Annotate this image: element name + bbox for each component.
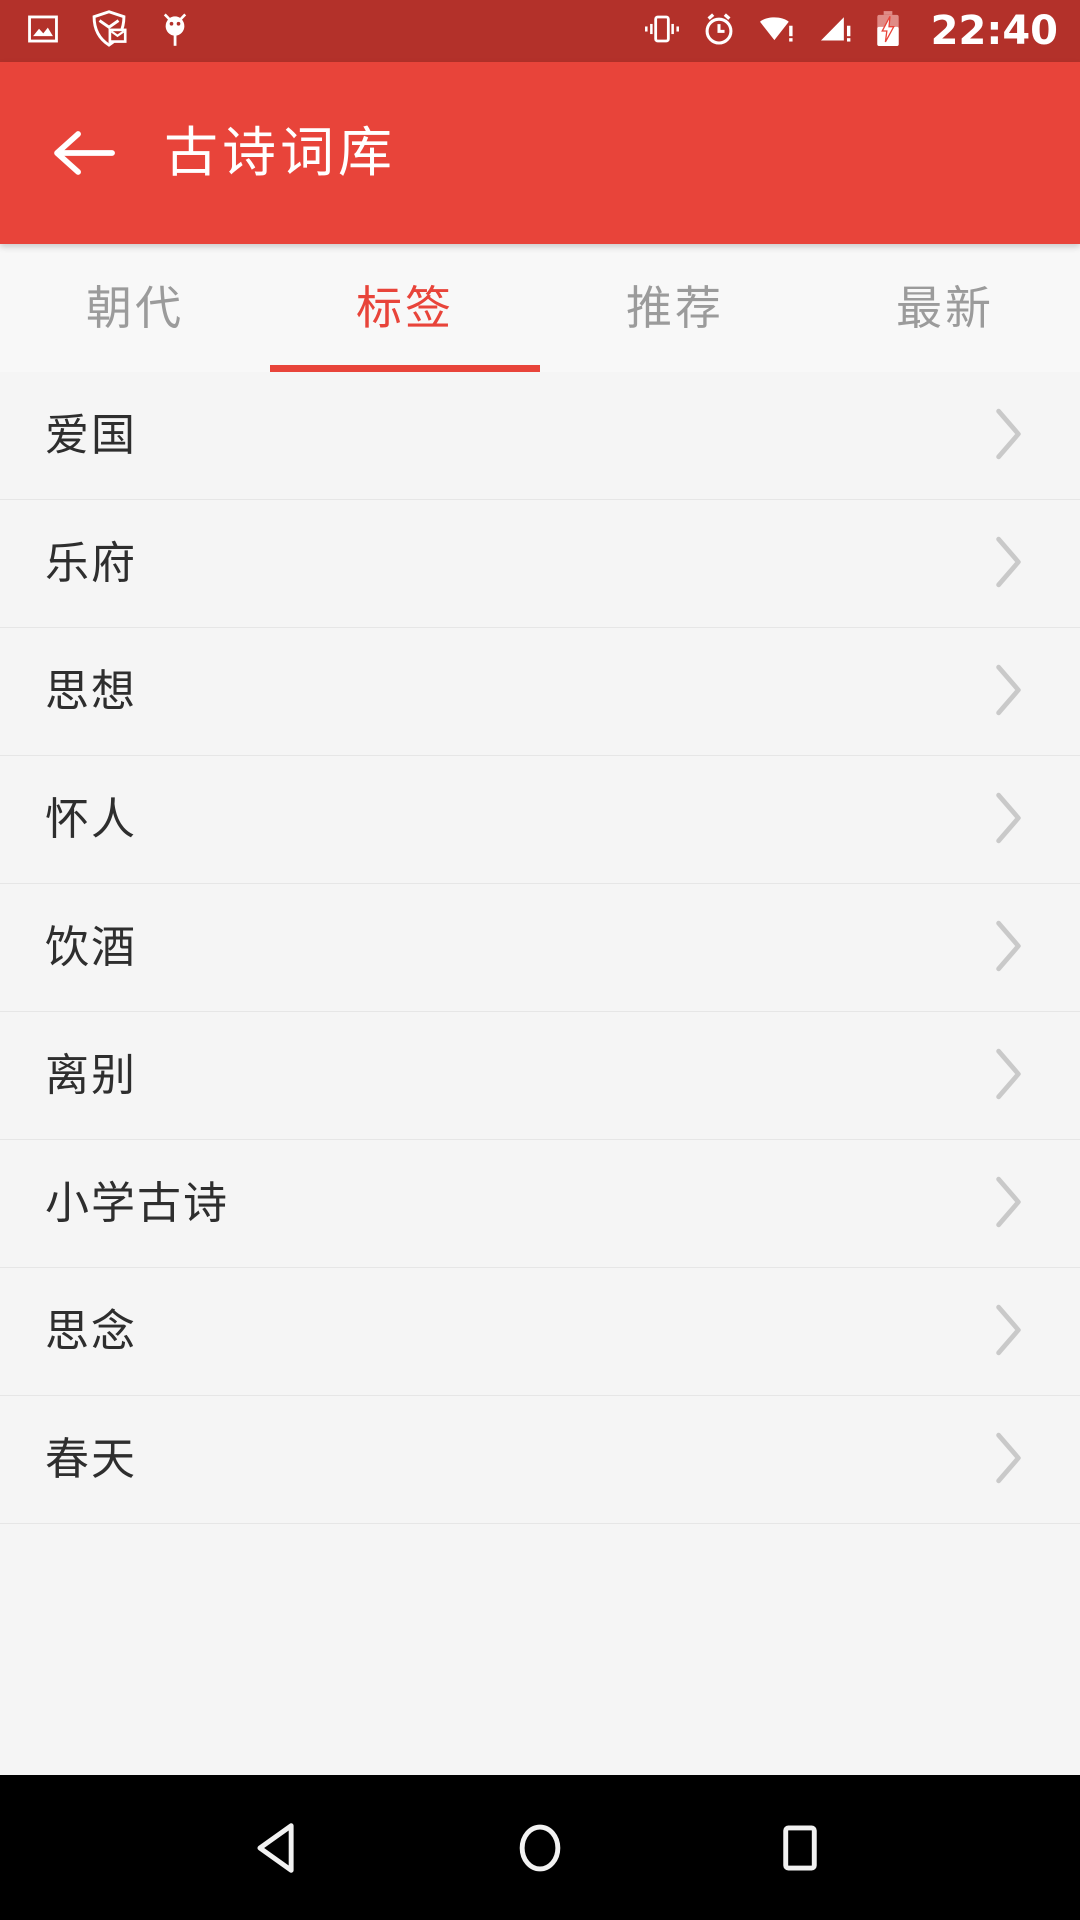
tab-indicator — [270, 365, 540, 372]
chevron-right-icon — [994, 1047, 1024, 1105]
battery-charging-icon — [875, 10, 901, 52]
image-icon — [26, 12, 60, 50]
tab-label: 最新 — [896, 281, 994, 335]
nav-home-button[interactable] — [480, 1788, 600, 1908]
tag-list[interactable]: 爱国 乐府 思想 怀人 饮酒 离别 小学古诗 思念 春天 — [0, 372, 1080, 1775]
list-item-label: 小学古诗 — [45, 1177, 229, 1229]
list-item-label: 乐府 — [45, 537, 137, 589]
status-bar: 22:40 — [0, 0, 1080, 62]
back-button[interactable] — [44, 114, 122, 192]
list-item[interactable]: 爱国 — [0, 372, 1080, 500]
tab-label: 朝代 — [86, 281, 184, 335]
list-item[interactable]: 思念 — [0, 1268, 1080, 1396]
chevron-right-icon — [994, 1431, 1024, 1489]
chevron-right-icon — [994, 1303, 1024, 1361]
list-item[interactable]: 饮酒 — [0, 884, 1080, 1012]
nav-recents-button[interactable] — [740, 1788, 860, 1908]
tab-label: 标签 — [356, 281, 454, 335]
chevron-right-icon — [994, 1175, 1024, 1233]
nav-home-circle-icon — [519, 1824, 561, 1871]
wifi-warning-icon — [757, 12, 797, 50]
page-title: 古诗词库 — [164, 121, 396, 184]
chevron-right-icon — [994, 535, 1024, 593]
phone-screen: 22:40 古诗词库 朝代 标签 推荐 最新 爱国 乐府 思想 怀人 饮酒 离别… — [0, 0, 1080, 1920]
mail-shield-icon — [90, 10, 128, 52]
status-bar-notification-icons — [26, 10, 192, 52]
list-item-label: 思想 — [45, 665, 137, 717]
tab-dynasty[interactable]: 朝代 — [0, 244, 270, 372]
list-item-label: 爱国 — [45, 409, 137, 461]
list-item[interactable]: 思想 — [0, 628, 1080, 756]
tab-recommended[interactable]: 推荐 — [540, 244, 810, 372]
android-navigation-bar — [0, 1775, 1080, 1920]
list-item-label: 春天 — [45, 1433, 137, 1485]
bug-icon — [158, 10, 192, 52]
alarm-icon — [701, 11, 737, 51]
tab-tags[interactable]: 标签 — [270, 244, 540, 372]
list-item-label: 怀人 — [45, 793, 137, 845]
chevron-right-icon — [994, 919, 1024, 977]
chevron-right-icon — [994, 791, 1024, 849]
vibrate-icon — [643, 12, 681, 50]
list-item[interactable]: 乐府 — [0, 500, 1080, 628]
nav-back-triangle-icon — [257, 1822, 294, 1873]
back-arrow-icon — [54, 131, 115, 175]
status-bar-system-icons: 22:40 — [643, 10, 1058, 52]
chevron-right-icon — [994, 663, 1024, 721]
list-item-label: 离别 — [45, 1049, 137, 1101]
tab-latest[interactable]: 最新 — [810, 244, 1080, 372]
nav-back-button[interactable] — [220, 1788, 340, 1908]
app-bar: 古诗词库 — [0, 62, 1080, 244]
tab-label: 推荐 — [626, 281, 724, 335]
list-item-label: 饮酒 — [45, 921, 137, 973]
tab-bar: 朝代 标签 推荐 最新 — [0, 244, 1080, 372]
list-item[interactable]: 离别 — [0, 1012, 1080, 1140]
signal-warning-icon — [817, 12, 855, 50]
list-item[interactable]: 怀人 — [0, 756, 1080, 884]
nav-recents-square-icon — [783, 1824, 817, 1871]
status-bar-clock: 22:40 — [930, 8, 1058, 54]
list-item[interactable]: 春天 — [0, 1396, 1080, 1524]
list-item-label: 思念 — [45, 1305, 137, 1357]
list-item[interactable]: 小学古诗 — [0, 1140, 1080, 1268]
chevron-right-icon — [994, 407, 1024, 465]
